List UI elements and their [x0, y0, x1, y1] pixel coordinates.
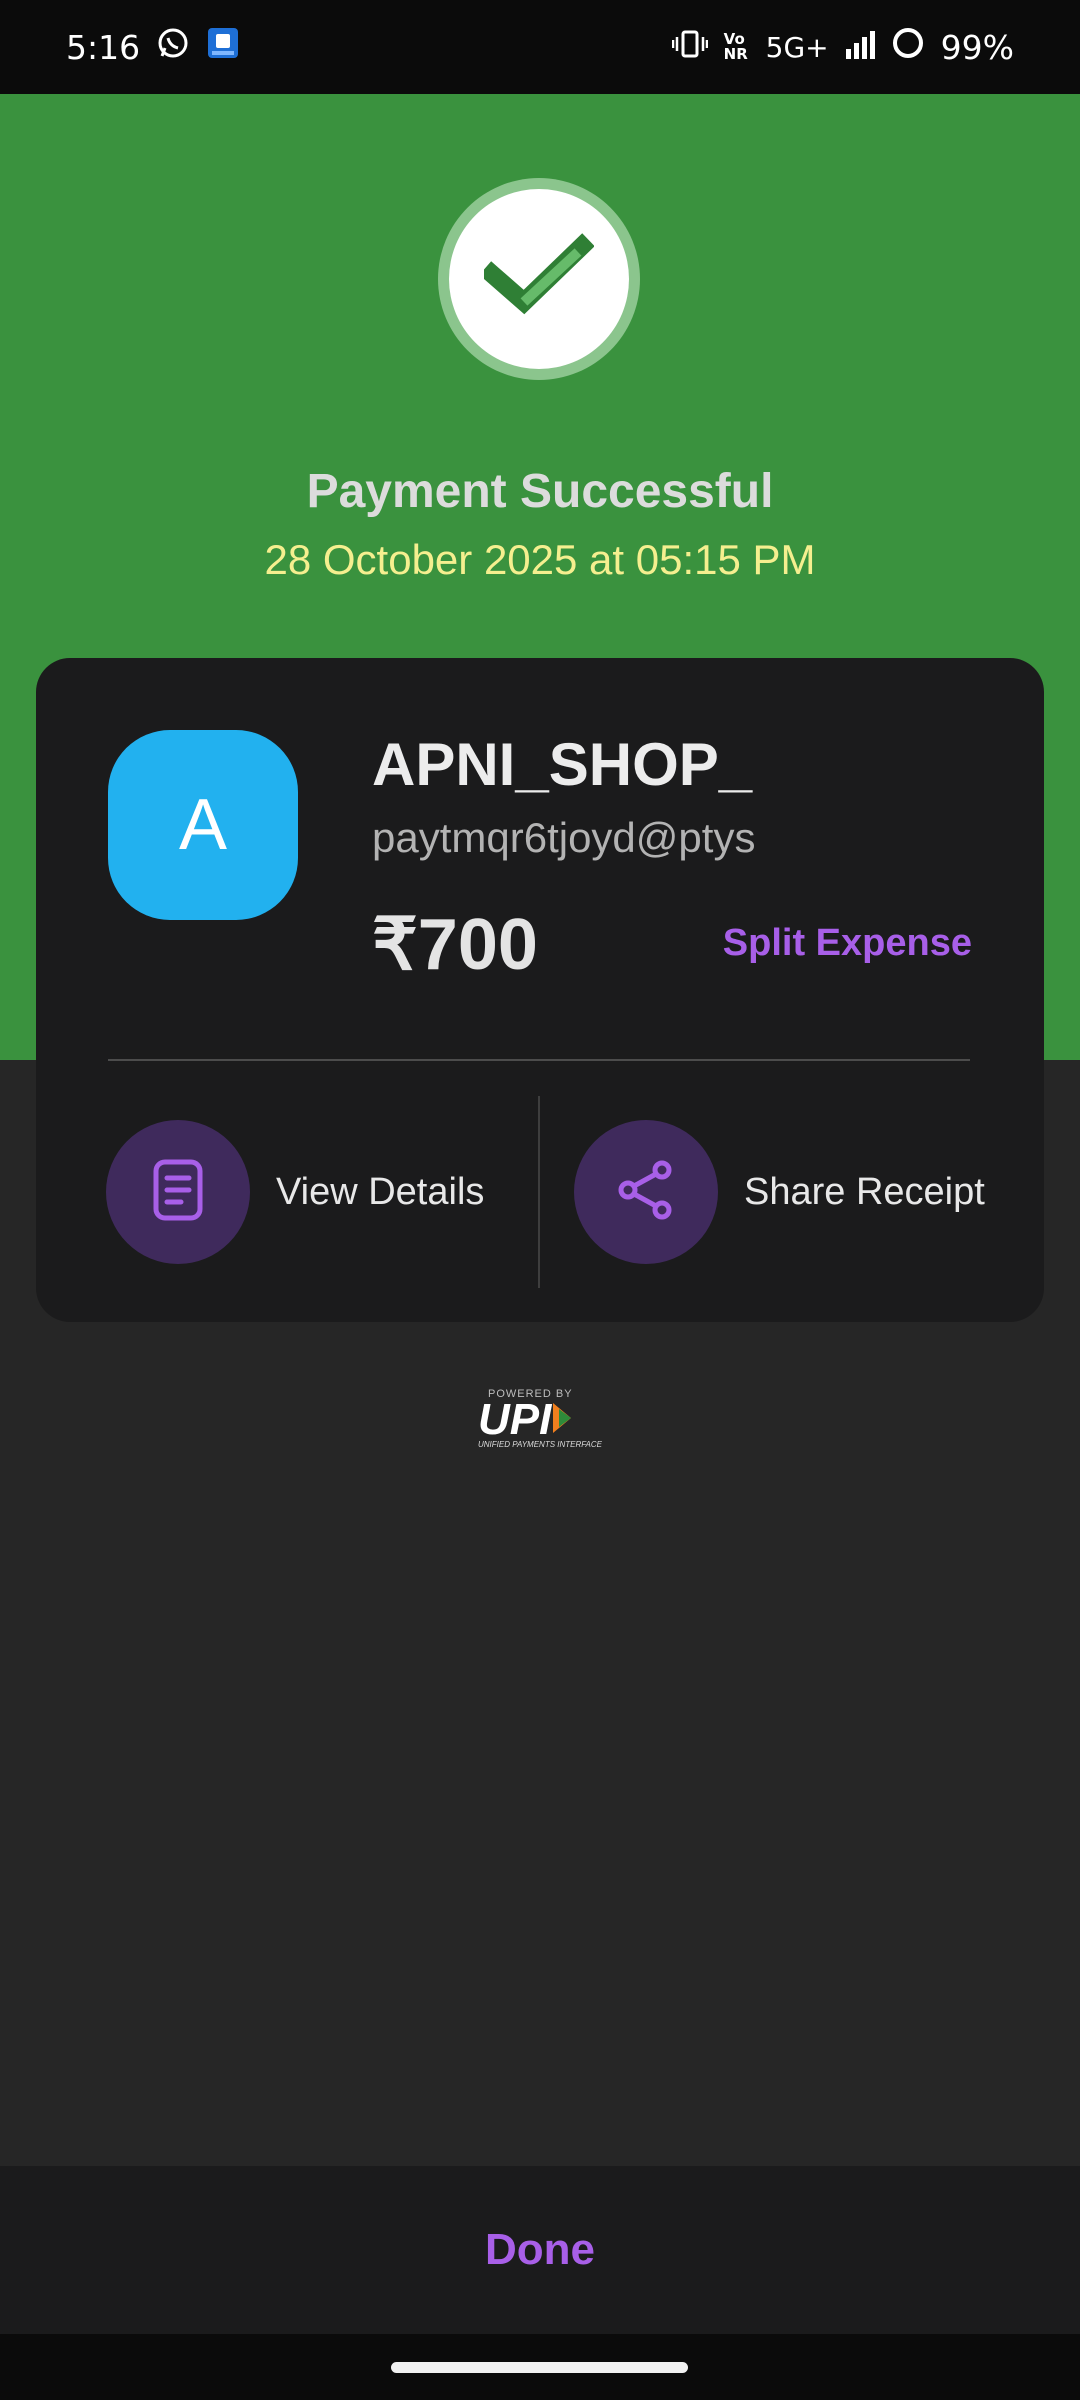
avatar: A — [108, 730, 298, 920]
merchant-name: APNI_SHOP_ — [372, 731, 753, 798]
split-expense-button[interactable]: Split Expense — [723, 922, 972, 965]
status-left: 5:16 — [66, 26, 240, 68]
share-receipt-button[interactable]: Share Receipt — [574, 1120, 985, 1264]
merchant-upi-id: paytmqr6tjoyd@ptys — [372, 814, 756, 861]
network-type: 5G+ — [765, 30, 829, 64]
view-details-label: View Details — [276, 1170, 485, 1213]
share-icon — [614, 1158, 678, 1227]
share-receipt-label: Share Receipt — [744, 1170, 985, 1213]
check-icon — [479, 232, 595, 327]
upi-wordmark: UPI — [478, 1395, 552, 1444]
status-bar: 5:16 Vo NR 5G+ 99% — [0, 0, 1080, 94]
upi-subtitle: UNIFIED PAYMENTS INTERFACE — [478, 1440, 603, 1449]
divider — [108, 1059, 970, 1061]
volte-icon: Vo NR — [723, 30, 748, 63]
upi-logo: POWERED BY UPI UNIFIED PAYMENTS INTERFAC… — [470, 1388, 610, 1458]
bottom-bar: Done — [0, 2166, 1080, 2334]
payment-amount: ₹700 — [372, 905, 538, 985]
home-indicator[interactable] — [391, 2362, 688, 2373]
signal-icon — [845, 28, 875, 67]
status-right: Vo NR 5G+ 99% — [671, 26, 1014, 68]
status-time: 5:16 — [66, 27, 141, 67]
transaction-datetime: 28 October 2025 at 05:15 PM — [264, 536, 816, 583]
page-title: Payment Successful — [306, 465, 774, 518]
app-notification-icon — [206, 26, 240, 68]
battery-level: 99% — [940, 27, 1014, 67]
upi-arrow-icon — [551, 1401, 573, 1440]
success-badge — [438, 178, 640, 380]
battery-icon — [891, 26, 925, 68]
vibrate-icon — [671, 28, 708, 67]
payment-card: A APNI_SHOP_ paytmqr6tjoyd@ptys ₹700 Spl… — [36, 658, 1044, 1322]
view-details-button[interactable]: View Details — [106, 1120, 484, 1264]
done-button[interactable]: Done — [485, 2225, 595, 2275]
divider — [538, 1096, 540, 1288]
document-icon — [150, 1158, 206, 1227]
whatsapp-icon — [156, 26, 190, 68]
